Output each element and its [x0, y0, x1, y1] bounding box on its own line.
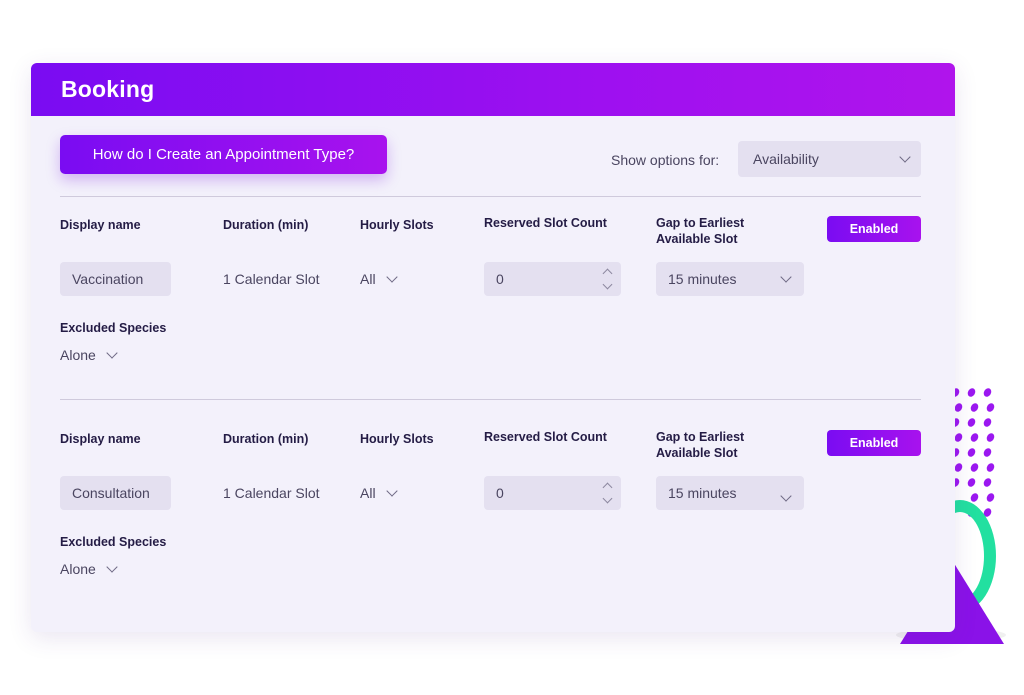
display-name-input[interactable]: Vaccination [60, 262, 171, 296]
gap-value: 15 minutes [668, 271, 737, 287]
decorative-dot [966, 476, 977, 489]
reserved-slot-count-label: Reserved Slot Count [484, 430, 607, 444]
excluded-species-label: Excluded Species [60, 321, 167, 335]
chevron-down-icon [106, 561, 118, 573]
chevron-down-icon [780, 490, 792, 502]
stepper-down-icon[interactable] [602, 279, 613, 290]
display-name-label: Display name [60, 218, 141, 232]
display-name-value: Vaccination [72, 271, 144, 287]
duration-label: Duration (min) [223, 432, 309, 446]
decorative-dot [969, 461, 980, 474]
decorative-dot [982, 386, 993, 399]
excluded-species-dropdown[interactable]: Alone [60, 561, 118, 577]
duration-value: 1 Calendar Slot [223, 485, 320, 501]
duration-value: 1 Calendar Slot [223, 271, 320, 287]
decorative-dot [985, 401, 996, 414]
decorative-dot [966, 446, 977, 459]
decorative-dot [966, 386, 977, 399]
decorative-dot [969, 401, 980, 414]
reserved-slot-count-stepper[interactable]: 0 [484, 262, 621, 296]
gap-label-line2: Available Slot [656, 232, 738, 246]
gap-label-line1: Gap to Earliest [656, 216, 745, 230]
chevron-down-icon [899, 151, 911, 163]
display-name-label: Display name [60, 432, 141, 446]
decorative-dot [966, 416, 977, 429]
gap-select[interactable]: 15 minutes [656, 476, 804, 510]
show-options-select[interactable]: Availability [738, 141, 921, 177]
show-options-value: Availability [753, 151, 819, 167]
stepper-up-icon[interactable] [602, 268, 613, 279]
chevron-down-icon [780, 271, 792, 283]
stepper-down-icon[interactable] [602, 493, 613, 504]
hourly-slots-dropdown[interactable]: All [360, 485, 398, 501]
booking-card: Booking How do I Create an Appointment T… [31, 63, 955, 632]
decorative-dot [985, 431, 996, 444]
hourly-slots-dropdown[interactable]: All [360, 271, 398, 287]
decorative-dot [982, 476, 993, 489]
reserved-slot-count-label: Reserved Slot Count [484, 216, 607, 230]
decorative-dot [982, 416, 993, 429]
excluded-species-dropdown[interactable]: Alone [60, 347, 118, 363]
decorative-dot [982, 446, 993, 459]
gap-select[interactable]: 15 minutes [656, 262, 804, 296]
divider [60, 399, 921, 400]
hourly-slots-value: All [360, 485, 376, 501]
display-name-input[interactable]: Consultation [60, 476, 171, 510]
gap-label-line2: Available Slot [656, 446, 738, 460]
decorative-dot [969, 491, 980, 504]
reserved-slot-count-stepper[interactable]: 0 [484, 476, 621, 510]
decorative-dot [985, 461, 996, 474]
reserved-slot-count-value: 0 [496, 271, 504, 287]
card-header: Booking [31, 63, 955, 116]
hourly-slots-label: Hourly Slots [360, 432, 434, 446]
stepper-up-icon[interactable] [602, 482, 613, 493]
excluded-species-value: Alone [60, 347, 96, 363]
duration-label: Duration (min) [223, 218, 309, 232]
enabled-toggle-button[interactable]: Enabled [827, 216, 921, 242]
page-title: Booking [61, 76, 155, 102]
gap-value: 15 minutes [668, 485, 737, 501]
excluded-species-label: Excluded Species [60, 535, 167, 549]
hourly-slots-value: All [360, 271, 376, 287]
divider [60, 196, 921, 197]
display-name-value: Consultation [72, 485, 150, 501]
chevron-down-icon [385, 485, 398, 497]
chevron-down-icon [385, 271, 398, 283]
help-create-appointment-button[interactable]: How do I Create an Appointment Type? [60, 135, 387, 174]
decorative-dot [985, 491, 996, 504]
gap-label-line1: Gap to Earliest [656, 430, 745, 444]
enabled-toggle-button[interactable]: Enabled [827, 430, 921, 456]
decorative-dot [969, 431, 980, 444]
reserved-slot-count-value: 0 [496, 485, 504, 501]
chevron-down-icon [106, 347, 118, 359]
show-options-label: Show options for: [611, 152, 720, 168]
excluded-species-value: Alone [60, 561, 96, 577]
hourly-slots-label: Hourly Slots [360, 218, 434, 232]
